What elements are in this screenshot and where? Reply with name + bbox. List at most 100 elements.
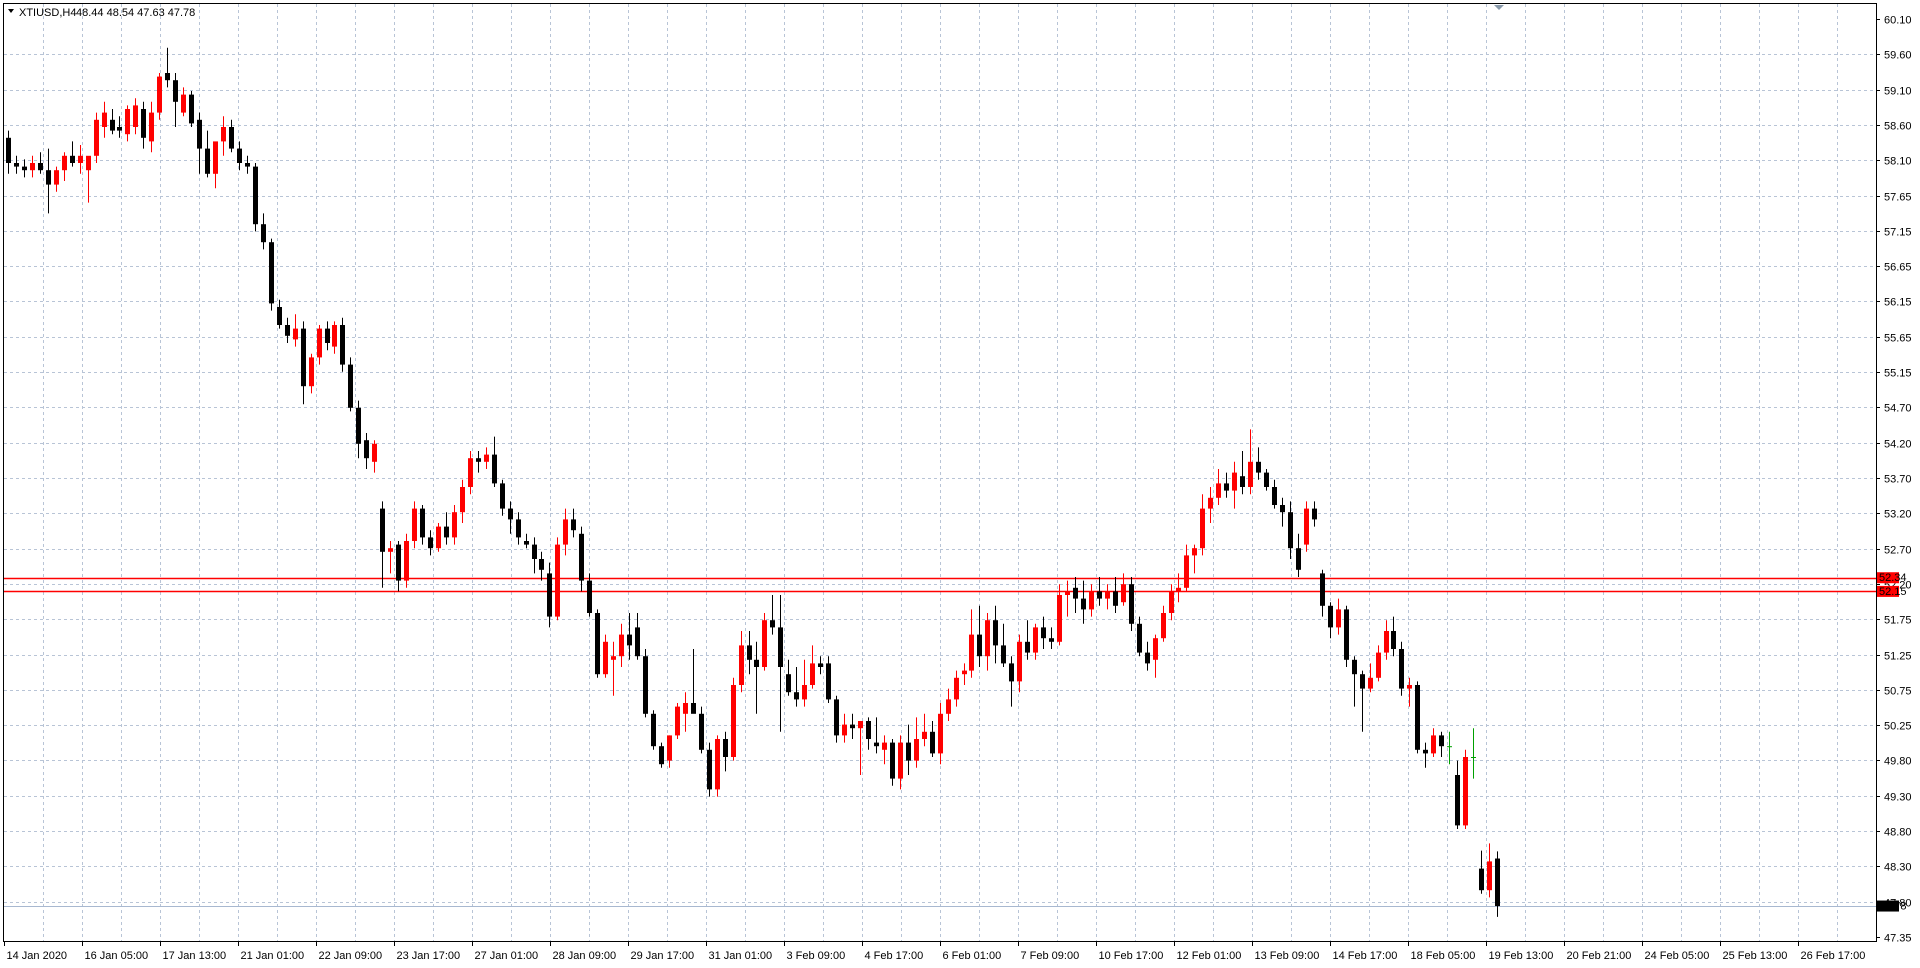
price-tick-label: 57.15 (1884, 227, 1912, 239)
candle-body (874, 742, 879, 747)
candle (1399, 641, 1404, 696)
candle-body (1169, 591, 1174, 613)
time-tick-label: 23 Jan 17:00 (397, 950, 461, 962)
candle-body (1479, 868, 1484, 891)
price-tick-label: 51.25 (1884, 651, 1912, 663)
candle-body (484, 454, 489, 462)
candle-body (675, 706, 680, 736)
time-tick-label: 14 Feb 17:00 (1333, 950, 1398, 962)
candle-body (1304, 508, 1309, 545)
price-tick-label: 54.70 (1884, 403, 1912, 415)
candle-body (770, 620, 775, 628)
candle-body (595, 613, 600, 675)
candle-body (890, 742, 895, 779)
price-tick-label: 51.75 (1884, 615, 1912, 627)
candle-body (962, 670, 967, 675)
candle-body (444, 526, 449, 538)
price-chart[interactable]: XTIUSD,H4 48.44 48.54 47.63 47.78 60.10 5… (0, 0, 1920, 968)
candle-body (1447, 746, 1452, 748)
candle-body (1017, 641, 1022, 682)
time-tick-label: 6 Feb 01:00 (943, 950, 1002, 962)
candle-body (38, 163, 43, 171)
candle-body (1256, 461, 1261, 473)
price-tick-label: 50.75 (1884, 686, 1912, 698)
candle-body (850, 724, 855, 729)
candle-body (611, 656, 616, 660)
candle-body (1312, 508, 1317, 520)
candle-body (946, 699, 951, 714)
symbol-title: XTIUSD,H4 (19, 7, 76, 19)
candle-body (818, 663, 823, 667)
candle-body (1415, 685, 1420, 750)
candle-body (1288, 512, 1293, 549)
time-tick-label: 13 Feb 09:00 (1255, 950, 1320, 962)
candle-body (866, 721, 871, 739)
time-tick-label: 28 Jan 09:00 (553, 950, 617, 962)
candle-body (117, 127, 122, 131)
candle (1344, 605, 1349, 667)
candle-body (516, 519, 521, 538)
candle-body (1113, 591, 1118, 606)
candle-body (301, 328, 306, 387)
candle-body (141, 109, 146, 138)
chart-background (0, 0, 1920, 968)
candle-body (1184, 555, 1189, 588)
candle-body (189, 94, 194, 124)
candle-body (181, 94, 186, 113)
candle-body (723, 739, 728, 757)
candle (555, 537, 560, 621)
candle (1304, 501, 1309, 552)
time-tick-label: 10 Feb 17:00 (1099, 950, 1164, 962)
candle-body (1463, 757, 1468, 826)
price-tick-label: 58.10 (1884, 156, 1912, 168)
candle-body (786, 674, 791, 693)
candle-body (22, 166, 27, 171)
candle-body (492, 454, 497, 484)
price-tick-label: 50.25 (1884, 721, 1912, 733)
candle-body (898, 742, 903, 779)
candle-body (922, 731, 927, 739)
candle (340, 317, 345, 372)
candle-body (1129, 584, 1134, 624)
candle-body (683, 703, 688, 714)
candle-body (651, 713, 656, 747)
candle-body (364, 440, 369, 459)
candle-body (1081, 598, 1086, 610)
candle-body (70, 155, 75, 163)
candle-body (547, 573, 552, 617)
candle-body (834, 699, 839, 736)
candle (1463, 749, 1468, 829)
candle-body (309, 357, 314, 387)
candle-body (1384, 631, 1389, 653)
candle-body (930, 731, 935, 754)
candle-body (261, 224, 266, 243)
candle-body (699, 713, 704, 750)
candle-body (14, 163, 19, 167)
ohlc-readout: 48.44 48.54 47.63 47.78 (76, 7, 195, 19)
time-tick-label: 26 Feb 17:00 (1801, 950, 1866, 962)
candle-body (110, 119, 115, 131)
time-tick-label: 16 Jan 05:00 (85, 950, 149, 962)
candle-body (1161, 613, 1166, 639)
candle-body (78, 155, 83, 163)
candle-body (715, 739, 720, 790)
candle-body (205, 148, 210, 174)
candle-body (906, 742, 911, 761)
candle-body (1391, 631, 1396, 649)
candle-body (229, 127, 234, 149)
time-tick-label: 27 Jan 01:00 (475, 950, 539, 962)
candle-body (388, 548, 393, 552)
candle-body (213, 141, 218, 174)
candle-body (1455, 775, 1460, 826)
candle-body (627, 634, 632, 646)
candle-body (62, 155, 67, 171)
candle-body (1153, 638, 1158, 660)
candle-body (500, 483, 505, 509)
candle (436, 523, 441, 552)
candle-body (94, 119, 99, 156)
candle-body (1232, 472, 1237, 491)
candle-body (802, 685, 807, 700)
candle (253, 163, 258, 232)
candle-body (1399, 649, 1404, 689)
candle-body (842, 724, 847, 736)
